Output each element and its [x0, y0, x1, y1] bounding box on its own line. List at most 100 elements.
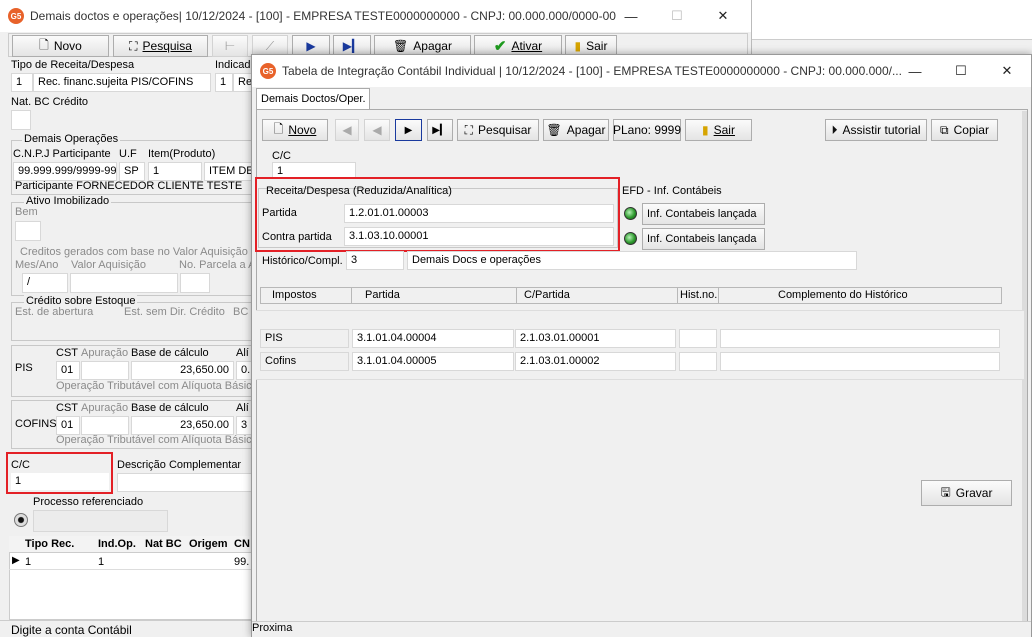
descricao-complementar-field[interactable]: [117, 473, 255, 492]
front-pesquisar-button[interactable]: ⛶ Pesquisar: [457, 119, 539, 141]
back-cc-highlight: [6, 452, 113, 494]
checkmark-icon: ✔: [493, 38, 507, 55]
indicador-code[interactable]: 1: [215, 73, 233, 92]
pis-base-field[interactable]: 23,650.00: [131, 361, 234, 380]
front-status-text: Proxima: [252, 622, 293, 634]
imposto-row-cofins-complemento[interactable]: [720, 352, 1000, 371]
grid-row-tipo-rec[interactable]: 1: [25, 556, 31, 568]
impostos-header-impostos[interactable]: Impostos: [272, 289, 317, 301]
tipo-receita-desc[interactable]: Rec. financ.sujeita PIS/COFINS: [33, 73, 211, 92]
front-last-button[interactable]: ▶▎: [427, 119, 453, 141]
tipo-receita-label: Tipo de Receita/Despesa: [11, 59, 135, 71]
historico-desc-field[interactable]: Demais Docs e operações: [407, 251, 857, 270]
pis-cst-label: CST: [56, 347, 78, 359]
historico-code-field[interactable]: 3: [346, 251, 404, 270]
front-copiar-button[interactable]: ⧉ Copiar: [931, 119, 998, 141]
cofins-base-field[interactable]: 23,650.00: [131, 416, 234, 435]
front-maximize-button[interactable]: ☐: [938, 55, 984, 87]
tab-demais-doctos-label: Demais Doctos/Oper.: [261, 93, 366, 105]
pis-apuracao-field[interactable]: [81, 361, 129, 380]
impostos-header-complemento[interactable]: Complemento do Histórico: [778, 289, 908, 301]
radio-icon[interactable]: [14, 513, 28, 527]
led-green-icon: [624, 232, 637, 245]
cofins-aliq-label: Alí: [236, 402, 249, 414]
front-minimize-button[interactable]: —: [892, 55, 938, 87]
item-desc-field[interactable]: ITEM DE: [204, 162, 254, 181]
front-close-button[interactable]: ✕: [984, 55, 1030, 87]
indicador-label: Indicad: [215, 59, 251, 71]
last-icon: ▶▎: [342, 39, 362, 53]
cofins-apuracao-field[interactable]: [81, 416, 129, 435]
item-code-field[interactable]: 1: [148, 162, 202, 181]
imposto-row-cofins-c-partida[interactable]: 2.1.03.01.00002: [515, 352, 676, 371]
back-novo-button[interactable]: 🗋 Novo: [12, 35, 109, 57]
mes-ano-field[interactable]: /: [22, 273, 68, 293]
impostos-header-c-partida[interactable]: C/Partida: [524, 289, 570, 301]
cofins-cst-field[interactable]: 01: [56, 416, 80, 435]
prev-icon: ◀: [372, 123, 382, 137]
imposto-row-pis-partida[interactable]: 3.1.01.04.00004: [352, 329, 514, 348]
front-apagar-button[interactable]: 🗑 Apagar: [543, 119, 609, 141]
exit-door-icon: ▮: [702, 123, 709, 137]
uf-label: U.F: [119, 148, 137, 160]
impostos-header-hist-no[interactable]: Hist.no.: [680, 289, 717, 301]
front-sair-button[interactable]: ▮ Sair: [685, 119, 752, 141]
efd-status-button-2[interactable]: Inf. Contabeis lançada: [642, 228, 765, 250]
efd-label: EFD - Inf. Contábeis: [622, 185, 722, 197]
pis-name: PIS: [15, 362, 33, 374]
back-minimize-button[interactable]: —: [608, 0, 654, 32]
front-prev-button[interactable]: ◀: [364, 119, 390, 141]
grid-row-cn[interactable]: 99.: [234, 556, 249, 568]
cnpj-field[interactable]: 99.999.999/9999-99: [13, 162, 117, 181]
est-abertura-label: Est. de abertura: [15, 306, 94, 318]
bem-field[interactable]: [15, 221, 41, 241]
back-close-button[interactable]: ✕: [700, 0, 746, 32]
efd-status-button-1[interactable]: Inf. Contabeis lançada: [642, 203, 765, 225]
pis-base-label: Base de cálculo: [131, 347, 209, 359]
front-status-bar: [252, 621, 1031, 637]
valor-aquisicao-field[interactable]: [70, 273, 178, 293]
impostos-header-partida[interactable]: Partida: [365, 289, 400, 301]
nat-bc-field[interactable]: [11, 110, 31, 130]
imposto-row-cofins-partida[interactable]: 3.1.01.04.00005: [352, 352, 514, 371]
front-next-button[interactable]: ▶: [395, 119, 422, 141]
front-plano-button[interactable]: PLano: 9999: [613, 119, 681, 141]
grid-row-ind-op[interactable]: 1: [98, 556, 104, 568]
imposto-row-cofins-hist[interactable]: [679, 352, 717, 371]
bc-label: BC: [233, 306, 249, 318]
front-first-button[interactable]: ◀: [335, 119, 359, 141]
last-icon: ▶▎: [432, 124, 448, 136]
trash-icon: 🗑: [393, 39, 409, 53]
cofins-cst-label: CST: [56, 402, 78, 414]
grid-header-cn[interactable]: CN: [234, 538, 250, 550]
uf-field[interactable]: SP: [119, 162, 145, 181]
no-parcela-field[interactable]: [180, 273, 210, 293]
gravar-button[interactable]: 🖫 Gravar: [921, 480, 1012, 506]
creditos-label: Creditos gerados com base no Valor Aquis…: [20, 246, 248, 258]
processo-field[interactable]: [33, 510, 168, 532]
demais-operacoes-label: Demais Operações: [22, 133, 121, 145]
back-pesquisa-button[interactable]: ⛶ Pesquisa: [113, 35, 208, 57]
imposto-row-pis-hist[interactable]: [679, 329, 717, 348]
first-icon: ◀: [342, 123, 352, 137]
cofins-operacao-text: Operação Tributável com Alíquota Básica: [56, 434, 258, 446]
imposto-row-pis-c-partida[interactable]: 2.1.03.01.00001: [515, 329, 676, 348]
tipo-receita-code[interactable]: 1: [11, 73, 33, 92]
grid-header-origem[interactable]: Origem: [189, 538, 228, 550]
grid-header-tipo-rec[interactable]: Tipo Rec.: [25, 538, 74, 550]
app-logo-icon: G5: [260, 63, 276, 79]
imposto-row-pis-complemento[interactable]: [720, 329, 1000, 348]
binoculars-icon: ⛶: [464, 122, 474, 137]
front-novo-button[interactable]: 🗋 Novo: [262, 119, 328, 141]
grid-header-ind-op[interactable]: Ind.Op.: [98, 538, 136, 550]
descricao-complementar-label: Descrição Complementar: [117, 459, 242, 471]
tab-demais-doctos[interactable]: Demais Doctos/Oper.: [256, 88, 370, 110]
pis-cst-field[interactable]: 01: [56, 361, 80, 380]
grid-header-nat-bc[interactable]: Nat BC: [145, 538, 182, 550]
impostos-header-divider: [516, 287, 517, 304]
copy-icon: ⧉: [940, 122, 949, 137]
item-label: Item(Produto): [148, 148, 216, 160]
front-assistir-button[interactable]: ⏵ Assistir tutorial: [825, 119, 927, 141]
back-first-button[interactable]: ⊢: [212, 35, 248, 57]
back-maximize-button[interactable]: ☐: [654, 0, 700, 32]
